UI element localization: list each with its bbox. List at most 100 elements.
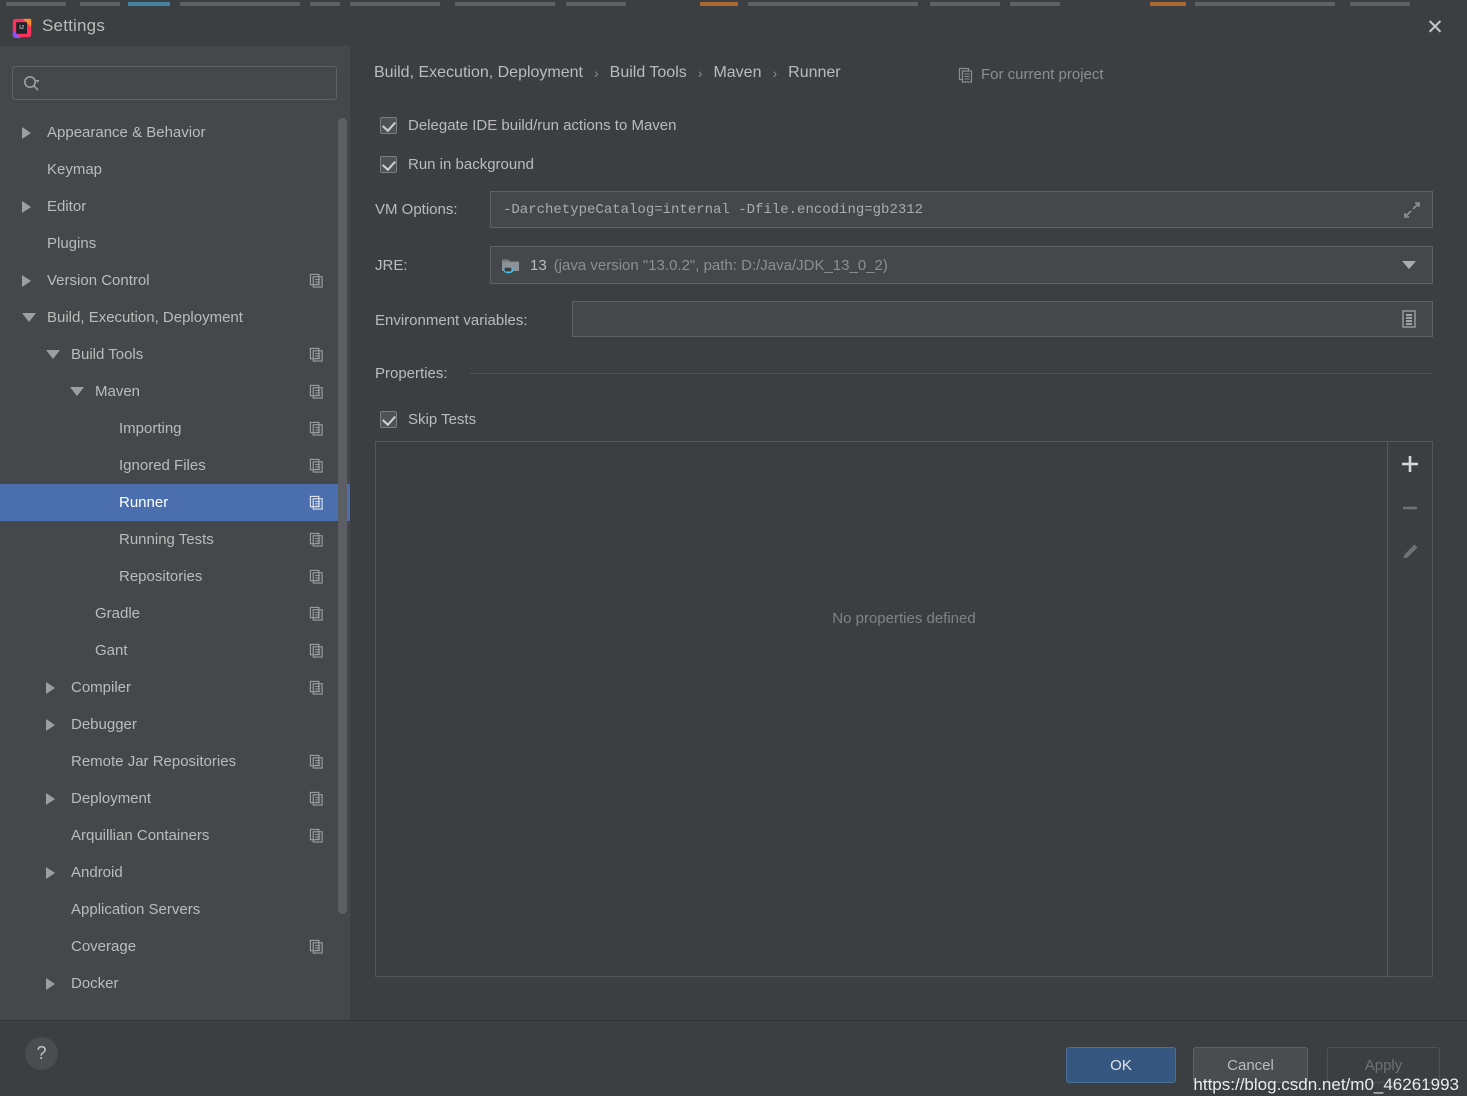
vm-options-value: -DarchetypeCatalog=internal -Dfile.encod… xyxy=(503,201,924,218)
sidebar-item-docker[interactable]: Docker xyxy=(0,965,350,1002)
sidebar-item-build-execution-deployment[interactable]: Build, Execution, Deployment xyxy=(0,299,350,336)
chevron-right-icon[interactable] xyxy=(22,126,31,139)
vm-options-label: VM Options: xyxy=(375,201,458,218)
sidebar-item-label: Android xyxy=(71,864,123,881)
sidebar-item-gradle[interactable]: Gradle xyxy=(0,595,350,632)
copy-icon xyxy=(309,606,323,621)
sidebar-item-label: Gradle xyxy=(95,605,141,622)
breadcrumb-separator: › xyxy=(772,65,778,81)
chevron-down-icon[interactable] xyxy=(46,350,60,359)
sidebar-item-remote-jar-repositories[interactable]: Remote Jar Repositories xyxy=(0,743,350,780)
sidebar-item-repositories[interactable]: Repositories xyxy=(0,558,350,595)
pencil-icon xyxy=(1403,544,1418,559)
sidebar-item-arquillian-containers[interactable]: Arquillian Containers xyxy=(0,817,350,854)
background-ide-strip xyxy=(0,0,1467,8)
copy-icon xyxy=(309,347,323,362)
chevron-right-icon[interactable] xyxy=(46,866,55,879)
breadcrumb-item[interactable]: Build, Execution, Deployment xyxy=(374,64,583,82)
sidebar-item-label: Plugins xyxy=(47,235,97,252)
sidebar-scrollbar-thumb[interactable] xyxy=(338,118,347,914)
delegate-ide-build-checkbox[interactable] xyxy=(380,117,397,134)
add-property-button[interactable] xyxy=(1388,442,1432,486)
sidebar-item-deployment[interactable]: Deployment xyxy=(0,780,350,817)
plus-icon xyxy=(1402,456,1418,472)
sidebar-scrollbar-track[interactable] xyxy=(338,118,347,914)
environment-variables-browse-button[interactable] xyxy=(1387,303,1431,335)
skip-tests-checkbox-row[interactable]: Skip Tests xyxy=(380,411,476,428)
copy-icon xyxy=(309,791,323,806)
sidebar-item-label: Keymap xyxy=(47,161,103,178)
sidebar-item-label: Coverage xyxy=(71,938,137,955)
sidebar-item-label: Deployment xyxy=(71,790,152,807)
copy-icon xyxy=(309,384,323,399)
vm-options-expand-button[interactable] xyxy=(1392,192,1432,227)
sidebar-item-compiler[interactable]: Compiler xyxy=(0,669,350,706)
settings-tree: Appearance & Behavior Keymap Editor Plugins… xyxy=(0,114,350,1058)
chevron-right-icon[interactable] xyxy=(46,718,55,731)
jre-combobox[interactable]: 13 (java version "13.0.2", path: D:/Java… xyxy=(490,246,1433,284)
remove-property-button[interactable] xyxy=(1388,486,1432,530)
copy-icon xyxy=(309,828,323,843)
sidebar-item-label: Importing xyxy=(119,420,182,437)
breadcrumb-item[interactable]: Build Tools xyxy=(610,64,687,82)
properties-panel[interactable]: No properties defined xyxy=(375,441,1433,978)
breadcrumb-item[interactable]: Maven xyxy=(713,64,761,82)
copy-icon xyxy=(309,421,323,436)
sidebar-item-keymap[interactable]: Keymap xyxy=(0,151,350,188)
sidebar-item-debugger[interactable]: Debugger xyxy=(0,706,350,743)
sidebar-item-label: Build, Execution, Deployment xyxy=(47,309,243,326)
copy-icon xyxy=(309,569,323,584)
search-field-wrapper xyxy=(12,66,337,100)
sidebar-item-application-servers[interactable]: Application Servers xyxy=(0,891,350,928)
chevron-down-icon[interactable] xyxy=(70,387,84,396)
help-button[interactable]: ? xyxy=(25,1037,58,1070)
sidebar-item-runner[interactable]: Runner xyxy=(0,484,350,521)
properties-section-divider xyxy=(470,373,1433,374)
run-in-background-checkbox[interactable] xyxy=(380,156,397,173)
copy-icon xyxy=(309,458,323,473)
delegate-ide-build-checkbox-row[interactable]: Delegate IDE build/run actions to Maven xyxy=(380,117,676,134)
jdk-folder-icon xyxy=(502,259,519,274)
breadcrumb-item[interactable]: Runner xyxy=(788,64,840,82)
sidebar-item-plugins[interactable]: Plugins xyxy=(0,225,350,262)
copy-icon xyxy=(958,67,973,83)
sidebar-item-android[interactable]: Android xyxy=(0,854,350,891)
sidebar-item-version-control[interactable]: Version Control xyxy=(0,262,350,299)
chevron-right-icon[interactable] xyxy=(46,792,55,805)
sidebar-item-editor[interactable]: Editor xyxy=(0,188,350,225)
sidebar-item-label: Version Control xyxy=(47,272,150,289)
sidebar-item-ignored-files[interactable]: Ignored Files xyxy=(0,447,350,484)
sidebar-item-appearance-behavior[interactable]: Appearance & Behavior xyxy=(0,114,350,151)
sidebar-item-gant[interactable]: Gant xyxy=(0,632,350,669)
vm-options-field[interactable]: -DarchetypeCatalog=internal -Dfile.encod… xyxy=(490,191,1433,228)
chevron-right-icon[interactable] xyxy=(46,977,55,990)
window-title: Settings xyxy=(42,16,106,35)
search-input[interactable] xyxy=(48,66,328,100)
sidebar-item-label: Running Tests xyxy=(119,531,214,548)
edit-property-button[interactable] xyxy=(1388,530,1432,574)
sidebar-item-running-tests[interactable]: Running Tests xyxy=(0,521,350,558)
skip-tests-checkbox[interactable] xyxy=(380,411,397,428)
environment-variables-field[interactable] xyxy=(572,301,1433,337)
ok-button[interactable]: OK xyxy=(1066,1047,1176,1083)
copy-icon xyxy=(309,495,323,510)
chevron-down-icon[interactable] xyxy=(22,313,36,322)
sidebar-item-coverage[interactable]: Coverage xyxy=(0,928,350,965)
sidebar-item-maven[interactable]: Maven xyxy=(0,373,350,410)
close-icon[interactable]: ✕ xyxy=(1421,14,1449,42)
intellij-idea-logo: IJ xyxy=(12,18,32,38)
chevron-right-icon[interactable] xyxy=(22,200,31,213)
chevron-down-icon[interactable] xyxy=(1402,261,1416,269)
sidebar-item-label: Build Tools xyxy=(71,346,144,363)
settings-sidebar: Appearance & Behavior Keymap Editor Plugins… xyxy=(0,46,350,1020)
sidebar-item-label: Maven xyxy=(95,383,141,400)
sidebar-item-build-tools[interactable]: Build Tools xyxy=(0,336,350,373)
copy-icon xyxy=(309,680,323,695)
sidebar-item-label: Remote Jar Repositories xyxy=(71,753,237,770)
chevron-right-icon[interactable] xyxy=(46,681,55,694)
sidebar-item-importing[interactable]: Importing xyxy=(0,410,350,447)
run-in-background-checkbox-row[interactable]: Run in background xyxy=(380,156,534,173)
copy-icon xyxy=(309,754,323,769)
chevron-right-icon[interactable] xyxy=(22,274,31,287)
dialog-footer: ? OK Cancel Apply https://blog.csdn.net/… xyxy=(0,1020,1467,1096)
